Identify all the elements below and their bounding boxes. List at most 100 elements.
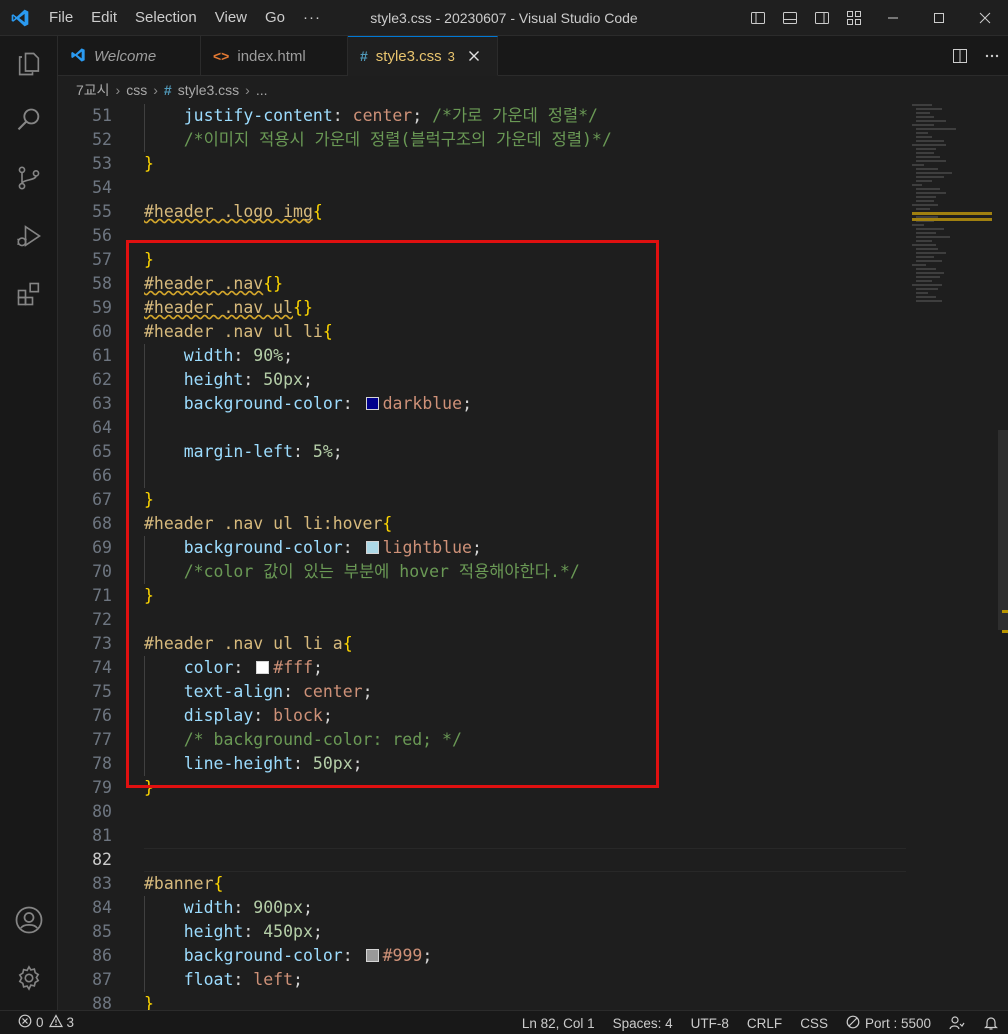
toggle-panel-icon[interactable] xyxy=(774,0,806,36)
notifications-bell-icon[interactable] xyxy=(974,1011,1008,1034)
menu-view[interactable]: View xyxy=(206,0,256,36)
code-line[interactable]: 79} xyxy=(58,776,908,800)
code-line[interactable]: 87 float: left; xyxy=(58,968,908,992)
code-line[interactable]: 60 #header .nav ul li{ xyxy=(58,320,908,344)
code-line[interactable]: 61 width: 90%; xyxy=(58,344,908,368)
color-swatch[interactable] xyxy=(365,949,379,962)
code-line[interactable]: 85 height: 450px; xyxy=(58,920,908,944)
search-icon[interactable] xyxy=(0,96,58,144)
code-line[interactable]: 77 /* background-color: red; */ xyxy=(58,728,908,752)
accounts-icon[interactable] xyxy=(0,896,58,944)
customize-layout-icon[interactable] xyxy=(838,0,870,36)
code-line[interactable]: 80 xyxy=(58,800,908,824)
split-editor-icon[interactable] xyxy=(944,36,976,76)
manage-gear-icon[interactable] xyxy=(0,954,58,1002)
source-control-icon[interactable] xyxy=(0,154,58,202)
close-tab-icon[interactable] xyxy=(465,47,483,65)
code-line[interactable]: 71} xyxy=(58,584,908,608)
minimap-line xyxy=(916,120,946,122)
code-line[interactable]: 56 xyxy=(58,224,908,248)
toggle-secondary-sidebar-icon[interactable] xyxy=(806,0,838,36)
code-line[interactable]: 62 height: 50px; xyxy=(58,368,908,392)
code-text: float: left; xyxy=(144,968,303,992)
close-window-icon[interactable] xyxy=(962,0,1008,36)
cursor-position[interactable]: Ln 82, Col 1 xyxy=(513,1011,604,1034)
minimap-line xyxy=(916,200,934,202)
menu-file[interactable]: File xyxy=(40,0,82,36)
tab-welcome[interactable]: Welcome xyxy=(58,36,201,76)
minimap-line xyxy=(912,124,934,126)
menu-selection[interactable]: Selection xyxy=(126,0,206,36)
code-line[interactable]: 65 margin-left: 5%; xyxy=(58,440,908,464)
code-line[interactable]: 54 xyxy=(58,176,908,200)
code-line[interactable]: 74 color: #fff; xyxy=(58,656,908,680)
chevron-right-icon: › xyxy=(153,82,158,98)
line-number: 52 xyxy=(92,130,112,149)
problems-status[interactable]: 0 3 xyxy=(14,1011,83,1034)
code-line[interactable]: 69 background-color: lightblue; xyxy=(58,536,908,560)
code-line[interactable]: 70 /*color 값이 있는 부분에 hover 적용해야한다.*/ xyxy=(58,560,908,584)
code-line[interactable]: 73 #header .nav ul li a{ xyxy=(58,632,908,656)
menu-edit[interactable]: Edit xyxy=(82,0,126,36)
toggle-primary-sidebar-icon[interactable] xyxy=(742,0,774,36)
editor-scrollbar-thumb[interactable] xyxy=(998,430,1008,630)
breadcrumb-folder-7[interactable]: 7교시 xyxy=(76,80,110,100)
code-line[interactable]: 68 #header .nav ul li:hover{ xyxy=(58,512,908,536)
code-line[interactable]: 59 #header .nav ul{} xyxy=(58,296,908,320)
code-line[interactable]: 88} xyxy=(58,992,908,1010)
language-mode[interactable]: CSS xyxy=(791,1011,837,1034)
code-line[interactable]: 75 text-align: center; xyxy=(58,680,908,704)
vscode-icon xyxy=(70,47,86,66)
code-line[interactable]: 58 #header .nav{} xyxy=(58,272,908,296)
menu-more[interactable]: ··· xyxy=(294,0,330,36)
error-count: 0 xyxy=(36,1015,44,1030)
breadcrumb-symbol[interactable]: ... xyxy=(256,82,268,98)
color-swatch[interactable] xyxy=(365,397,379,410)
code-line[interactable]: 67} xyxy=(58,488,908,512)
explorer-icon[interactable] xyxy=(0,40,58,88)
code-line[interactable]: 76 display: block; xyxy=(58,704,908,728)
code-line[interactable]: 84 width: 900px; xyxy=(58,896,908,920)
breadcrumb-folder-css[interactable]: css xyxy=(126,82,147,98)
eol-status[interactable]: CRLF xyxy=(738,1011,791,1034)
breadcrumb-file[interactable]: style3.css xyxy=(178,82,239,98)
code-line[interactable]: 51 justify-content: center; /*가로 가운데 정렬*… xyxy=(58,104,908,128)
code-line[interactable]: 81 xyxy=(58,824,908,848)
accounts-status-icon[interactable] xyxy=(940,1011,974,1034)
code-line[interactable]: 72 xyxy=(58,608,908,632)
live-server-port[interactable]: Port : 5500 xyxy=(837,1011,940,1034)
css-punctuation: : xyxy=(243,922,264,941)
minimap[interactable] xyxy=(912,104,998,1010)
minimap-line xyxy=(912,104,932,106)
code-line[interactable]: 78 line-height: 50px; xyxy=(58,752,908,776)
tab-index-html[interactable]: <> index.html xyxy=(201,36,348,76)
more-actions-icon[interactable] xyxy=(976,36,1008,76)
color-swatch[interactable] xyxy=(365,541,379,554)
tab-style3-css[interactable]: # style3.css 3 xyxy=(348,36,498,76)
breadcrumb: 7교시 › css › # style3.css › ... xyxy=(58,76,1008,104)
code-line[interactable]: 52 /*이미지 적용시 가운데 정렬(블럭구조의 가운데 정렬)*/ xyxy=(58,128,908,152)
color-swatch[interactable] xyxy=(256,661,270,674)
code-line[interactable]: 63 background-color: darkblue; xyxy=(58,392,908,416)
code-line[interactable]: 57} xyxy=(58,248,908,272)
code-text: width: 90%; xyxy=(144,344,293,368)
minimap-line xyxy=(916,236,950,238)
code-line[interactable]: 86 background-color: #999; xyxy=(58,944,908,968)
line-number: 55 xyxy=(92,202,112,221)
code-line[interactable]: 82 xyxy=(58,848,908,872)
css-property: height xyxy=(183,370,244,389)
maximize-icon[interactable] xyxy=(916,0,962,36)
run-debug-icon[interactable] xyxy=(0,212,58,260)
minimize-icon[interactable] xyxy=(870,0,916,36)
menu-go[interactable]: Go xyxy=(256,0,294,36)
indentation-status[interactable]: Spaces: 4 xyxy=(604,1011,682,1034)
code-line[interactable]: 55 #header .logo img{ xyxy=(58,200,908,224)
code-line[interactable]: 53} xyxy=(58,152,908,176)
extensions-icon[interactable] xyxy=(0,270,58,318)
code-line[interactable]: 64 xyxy=(58,416,908,440)
code-line[interactable]: 66 xyxy=(58,464,908,488)
code-editor[interactable]: 51 justify-content: center; /*가로 가운데 정렬*… xyxy=(58,104,1008,1010)
code-line[interactable]: 83 #banner{ xyxy=(58,872,908,896)
encoding-status[interactable]: UTF-8 xyxy=(682,1011,738,1034)
css-punctuation: : xyxy=(233,346,254,365)
